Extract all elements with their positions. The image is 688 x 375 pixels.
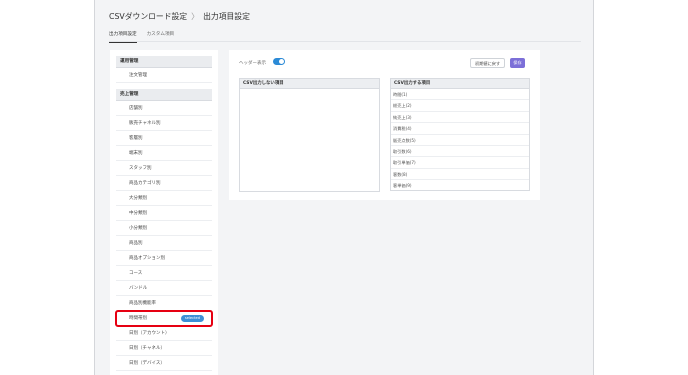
list-item[interactable]: 総売上(2) bbox=[391, 100, 529, 112]
sidebar-item-by-time[interactable]: 時間帯別 selected bbox=[115, 310, 213, 327]
sidebar-item-daily-device[interactable]: 日別（デバイス） bbox=[116, 356, 212, 371]
sidebar-item-label: 時間帯別 bbox=[129, 316, 147, 321]
output-settings-panel: ヘッダー表示 初期値に戻す 保存 CSV出力しない項目 CSV出力する項目 時間… bbox=[229, 50, 540, 200]
included-fields-list[interactable]: CSV出力する項目 時間(1) 総売上(2) 純売上(3) 消費税(4) 販売点… bbox=[390, 78, 530, 191]
list-item[interactable]: 販売点数(5) bbox=[391, 135, 529, 146]
excluded-fields-list[interactable]: CSV出力しない項目 bbox=[239, 78, 380, 192]
excluded-fields-header: CSV出力しない項目 bbox=[240, 79, 379, 89]
sidebar-item-by-minor-class[interactable]: 小分類別 bbox=[116, 221, 212, 236]
list-item[interactable]: 取引単価(7) bbox=[391, 157, 529, 169]
sidebar-group-operations: 運用管理 bbox=[116, 56, 212, 68]
sidebar-item-by-store[interactable]: 店舗別 bbox=[116, 101, 212, 116]
reset-defaults-button[interactable]: 初期値に戻す bbox=[470, 58, 506, 68]
list-item[interactable]: 純売上(3) bbox=[391, 112, 529, 124]
list-item[interactable]: 客数(8) bbox=[391, 169, 529, 181]
header-display-toggle[interactable] bbox=[273, 58, 285, 65]
sidebar-item-course[interactable]: コース bbox=[116, 266, 212, 281]
sidebar-item-product-rate[interactable]: 商品別機能率 bbox=[116, 296, 212, 311]
sidebar-item-by-terminal[interactable]: 端末別 bbox=[116, 146, 212, 161]
list-item[interactable]: 取引数(6) bbox=[391, 146, 529, 158]
list-item[interactable]: 客単価(9) bbox=[391, 180, 529, 191]
status-badge: selected bbox=[180, 315, 204, 322]
sidebar-item-order-management[interactable]: 注文管理 bbox=[116, 68, 212, 83]
sidebar-item-by-major-class[interactable]: 大分類別 bbox=[116, 191, 212, 206]
sidebar-item-by-customer[interactable]: 客層別 bbox=[116, 131, 212, 146]
sidebar-group-sales: 売上管理 bbox=[116, 89, 212, 101]
sidebar-item-by-middle-class[interactable]: 中分類別 bbox=[116, 206, 212, 221]
page-title: 出力項目設定 bbox=[203, 12, 250, 21]
sidebar-item-by-channel[interactable]: 販売チャネル別 bbox=[116, 116, 212, 131]
sidebar-item-by-product-category[interactable]: 商品カテゴリ別 bbox=[116, 176, 212, 191]
sidebar-item-daily-account[interactable]: 日別（アカウント） bbox=[116, 326, 212, 341]
sidebar-item-daily-channel[interactable]: 日別（チャネル） bbox=[116, 341, 212, 356]
app-frame: CSVダウンロード設定 〉 出力項目設定 出力項目設定 カスタム項目 運用管理 … bbox=[94, 0, 594, 375]
sidebar-item-by-product-option[interactable]: 商品オプション別 bbox=[116, 251, 212, 266]
chevron-right-icon: 〉 bbox=[191, 12, 200, 21]
save-button[interactable]: 保存 bbox=[510, 58, 525, 68]
breadcrumb-parent[interactable]: CSVダウンロード設定 bbox=[109, 11, 187, 22]
header-display-label: ヘッダー表示 bbox=[239, 61, 266, 66]
breadcrumb: CSVダウンロード設定 〉 出力項目設定 bbox=[109, 11, 250, 22]
sidebar-item-by-product[interactable]: 商品別 bbox=[116, 236, 212, 251]
toggle-knob bbox=[279, 59, 284, 64]
report-sidebar: 運用管理 注文管理 売上管理 店舗別 販売チャネル別 客層別 端末別 スタッフ別… bbox=[110, 50, 218, 375]
list-item[interactable]: 時間(1) bbox=[391, 89, 529, 101]
list-item[interactable]: 消費税(4) bbox=[391, 123, 529, 135]
sidebar-item-bundle[interactable]: バンドル bbox=[116, 281, 212, 296]
included-fields-header: CSV出力する項目 bbox=[391, 79, 529, 89]
tabs-divider bbox=[109, 41, 581, 42]
sidebar-item-by-staff[interactable]: スタッフ別 bbox=[116, 161, 212, 176]
